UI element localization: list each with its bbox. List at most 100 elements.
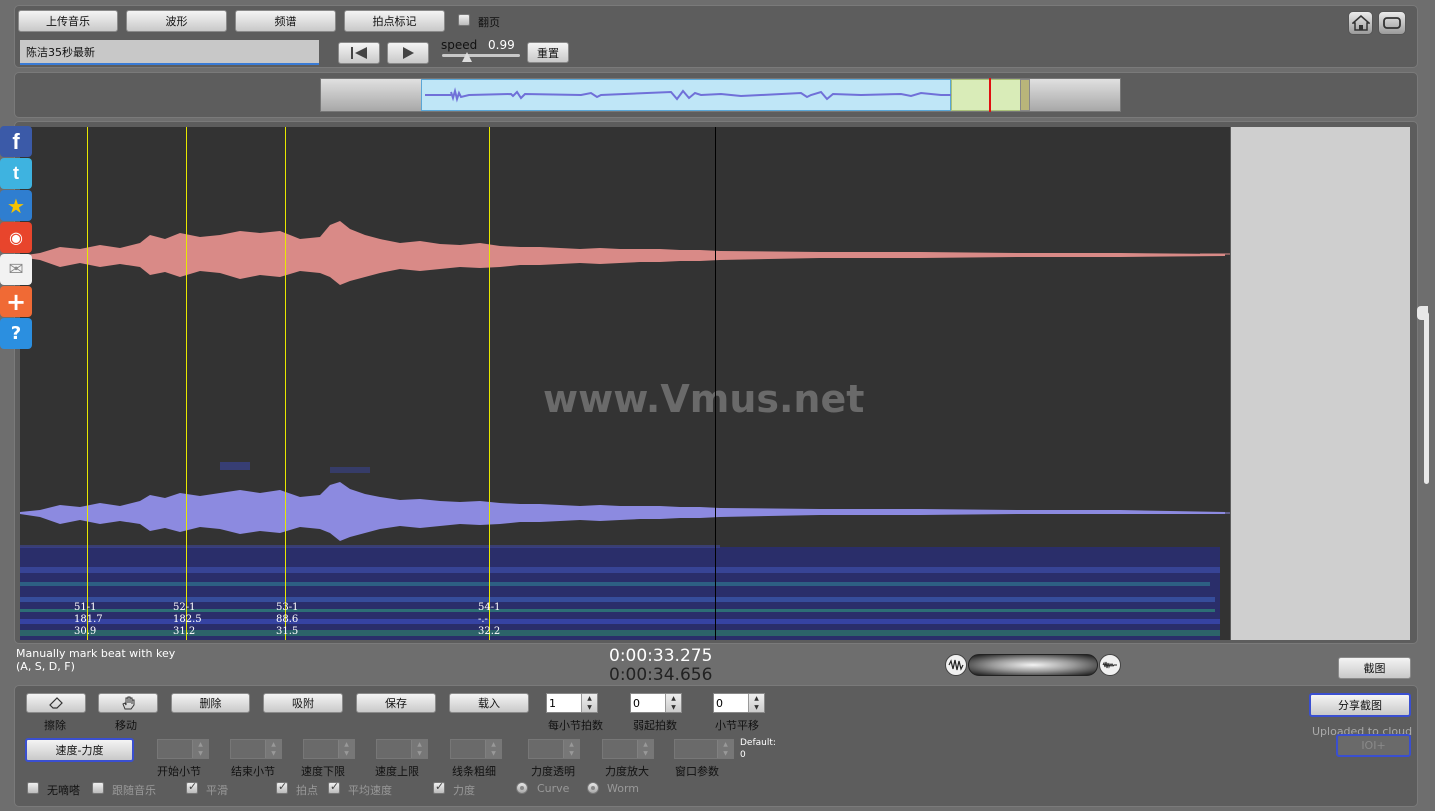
- facebook-icon[interactable]: f: [0, 126, 32, 157]
- dynamics-label: 力度: [453, 784, 475, 797]
- play-icon: [403, 47, 414, 59]
- smooth-checkbox[interactable]: [186, 780, 198, 794]
- beat-id: 54-1: [478, 602, 501, 613]
- dynamics-alpha-stepper: ▲ ▼: [528, 739, 580, 759]
- beat-id: 53-1: [276, 602, 299, 613]
- twitter-icon[interactable]: t: [0, 158, 32, 189]
- email-icon[interactable]: ✉: [0, 254, 32, 285]
- dynamics-scale-stepper: ▲ ▼: [602, 739, 654, 759]
- beat-dynamics: 31.5: [276, 626, 299, 637]
- beat-checkbox[interactable]: [276, 780, 288, 794]
- dynamics-alpha-label: 力度透明: [531, 765, 575, 778]
- end-bar-stepper: ▲ ▼: [230, 739, 282, 759]
- playhead-line[interactable]: [715, 127, 716, 640]
- beat-marker[interactable]: [186, 127, 187, 640]
- vertical-scrollbar[interactable]: [1424, 312, 1429, 484]
- dynamics-scale-label: 力度放大: [605, 765, 649, 778]
- tempo-max-label: 速度上限: [375, 765, 419, 778]
- beat-marker[interactable]: [489, 127, 490, 640]
- weibo-icon[interactable]: ◉: [0, 222, 32, 253]
- avg-tempo-checkbox[interactable]: [328, 780, 340, 794]
- speed-label: speed: [441, 38, 478, 52]
- move-label: 移动: [115, 719, 137, 732]
- beat-dynamics: 31.2: [173, 626, 196, 637]
- tempo-dynamics-mode-button[interactable]: 速度-力度: [25, 738, 134, 762]
- help-icon[interactable]: ?: [0, 318, 32, 349]
- default-label: Default:: [740, 738, 776, 748]
- curve-radio[interactable]: [516, 782, 528, 794]
- ioi-button[interactable]: IOI+: [1336, 734, 1411, 757]
- bar-shift-label: 小节平移: [715, 719, 759, 732]
- tempo-min-stepper: ▲ ▼: [303, 739, 355, 759]
- scroll-handle-icon[interactable]: [1417, 306, 1428, 320]
- beat-tempo: -.-: [478, 614, 488, 625]
- beat-dynamics: 32.2: [478, 626, 501, 637]
- beat-mark-button[interactable]: 拍点标记: [344, 10, 445, 32]
- right-side-pane: [1231, 127, 1410, 640]
- beats-per-bar-value[interactable]: 1: [547, 694, 581, 712]
- erase-button[interactable]: [26, 693, 86, 713]
- load-button[interactable]: 载入: [449, 693, 529, 713]
- upload-music-button[interactable]: 上传音乐: [18, 10, 118, 32]
- beat-marker[interactable]: [87, 127, 88, 640]
- default-value: 0: [740, 750, 746, 760]
- beat-label: 54-1 -.- 32.2: [478, 602, 500, 638]
- share-screenshot-button[interactable]: 分享截图: [1309, 693, 1411, 717]
- home-icon[interactable]: [1348, 11, 1373, 35]
- worm-radio[interactable]: [587, 782, 599, 794]
- track-title-field[interactable]: 陈洁35秒最新: [20, 40, 319, 65]
- end-bar-label: 结束小节: [231, 765, 275, 778]
- save-button[interactable]: 保存: [356, 693, 436, 713]
- erase-label: 擦除: [44, 719, 66, 732]
- hand-icon: [122, 696, 135, 710]
- beat-label-option: 拍点: [296, 784, 318, 797]
- beat-tempo: 182.5: [173, 614, 202, 625]
- favorite-star-icon[interactable]: ★: [0, 190, 32, 221]
- pickup-stepper[interactable]: 0 ▲ ▼: [630, 693, 682, 713]
- window-param-stepper: ▲ ▼: [674, 739, 734, 759]
- screenshot-button[interactable]: 截图: [1338, 657, 1411, 679]
- delete-button[interactable]: 删除: [171, 693, 250, 713]
- follow-music-checkbox[interactable]: [92, 782, 104, 794]
- avg-tempo-label: 平均速度: [348, 784, 392, 797]
- hint-line-1: Manually mark beat with key: [16, 647, 176, 660]
- no-click-checkbox[interactable]: [27, 782, 39, 794]
- beat-label: 51-1 181.7 30.9: [74, 602, 103, 638]
- play-button[interactable]: [387, 42, 429, 64]
- waveform-zoom-out-icon[interactable]: [945, 654, 967, 676]
- start-bar-label: 开始小节: [157, 765, 201, 778]
- fullscreen-icon[interactable]: [1378, 11, 1406, 35]
- bar-shift-value[interactable]: 0: [714, 694, 748, 712]
- dynamics-checkbox[interactable]: [433, 780, 445, 794]
- bar-shift-stepper[interactable]: 0 ▲ ▼: [713, 693, 765, 713]
- zoom-slider[interactable]: [968, 654, 1098, 676]
- line-width-stepper: ▲ ▼: [450, 739, 502, 759]
- move-button[interactable]: [98, 693, 158, 713]
- spectrum-button[interactable]: 频谱: [235, 10, 336, 32]
- overview-playhead[interactable]: [989, 78, 991, 112]
- overview-selection-handle[interactable]: [1020, 79, 1030, 111]
- speed-slider-thumb[interactable]: [462, 52, 472, 62]
- reset-button[interactable]: 重置: [527, 42, 569, 63]
- beats-per-bar-label: 每小节拍数: [548, 719, 603, 732]
- speed-value: 0.99: [488, 38, 515, 52]
- overview-selection[interactable]: [951, 79, 1021, 111]
- add-share-icon[interactable]: +: [0, 286, 32, 317]
- waveform-zoom-in-icon[interactable]: [1099, 654, 1121, 676]
- curve-label: Curve: [537, 782, 570, 795]
- waveform-button[interactable]: 波形: [126, 10, 227, 32]
- tempo-min-label: 速度下限: [301, 765, 345, 778]
- tempo-max-stepper: ▲ ▼: [376, 739, 428, 759]
- beats-per-bar-stepper[interactable]: 1 ▲ ▼: [546, 693, 598, 713]
- eraser-icon: [49, 697, 63, 709]
- snap-button[interactable]: 吸附: [263, 693, 343, 713]
- rewind-button[interactable]: [338, 42, 380, 64]
- skip-back-icon: [351, 47, 367, 59]
- beat-marker[interactable]: [285, 127, 286, 640]
- page-flip-checkbox[interactable]: [458, 14, 470, 26]
- page-flip-label: 翻页: [478, 16, 500, 29]
- beat-dynamics: 30.9: [74, 626, 97, 637]
- main-canvas[interactable]: www.Vmus.net: [20, 127, 1230, 640]
- pickup-value[interactable]: 0: [631, 694, 665, 712]
- speed-slider-track[interactable]: [442, 54, 520, 57]
